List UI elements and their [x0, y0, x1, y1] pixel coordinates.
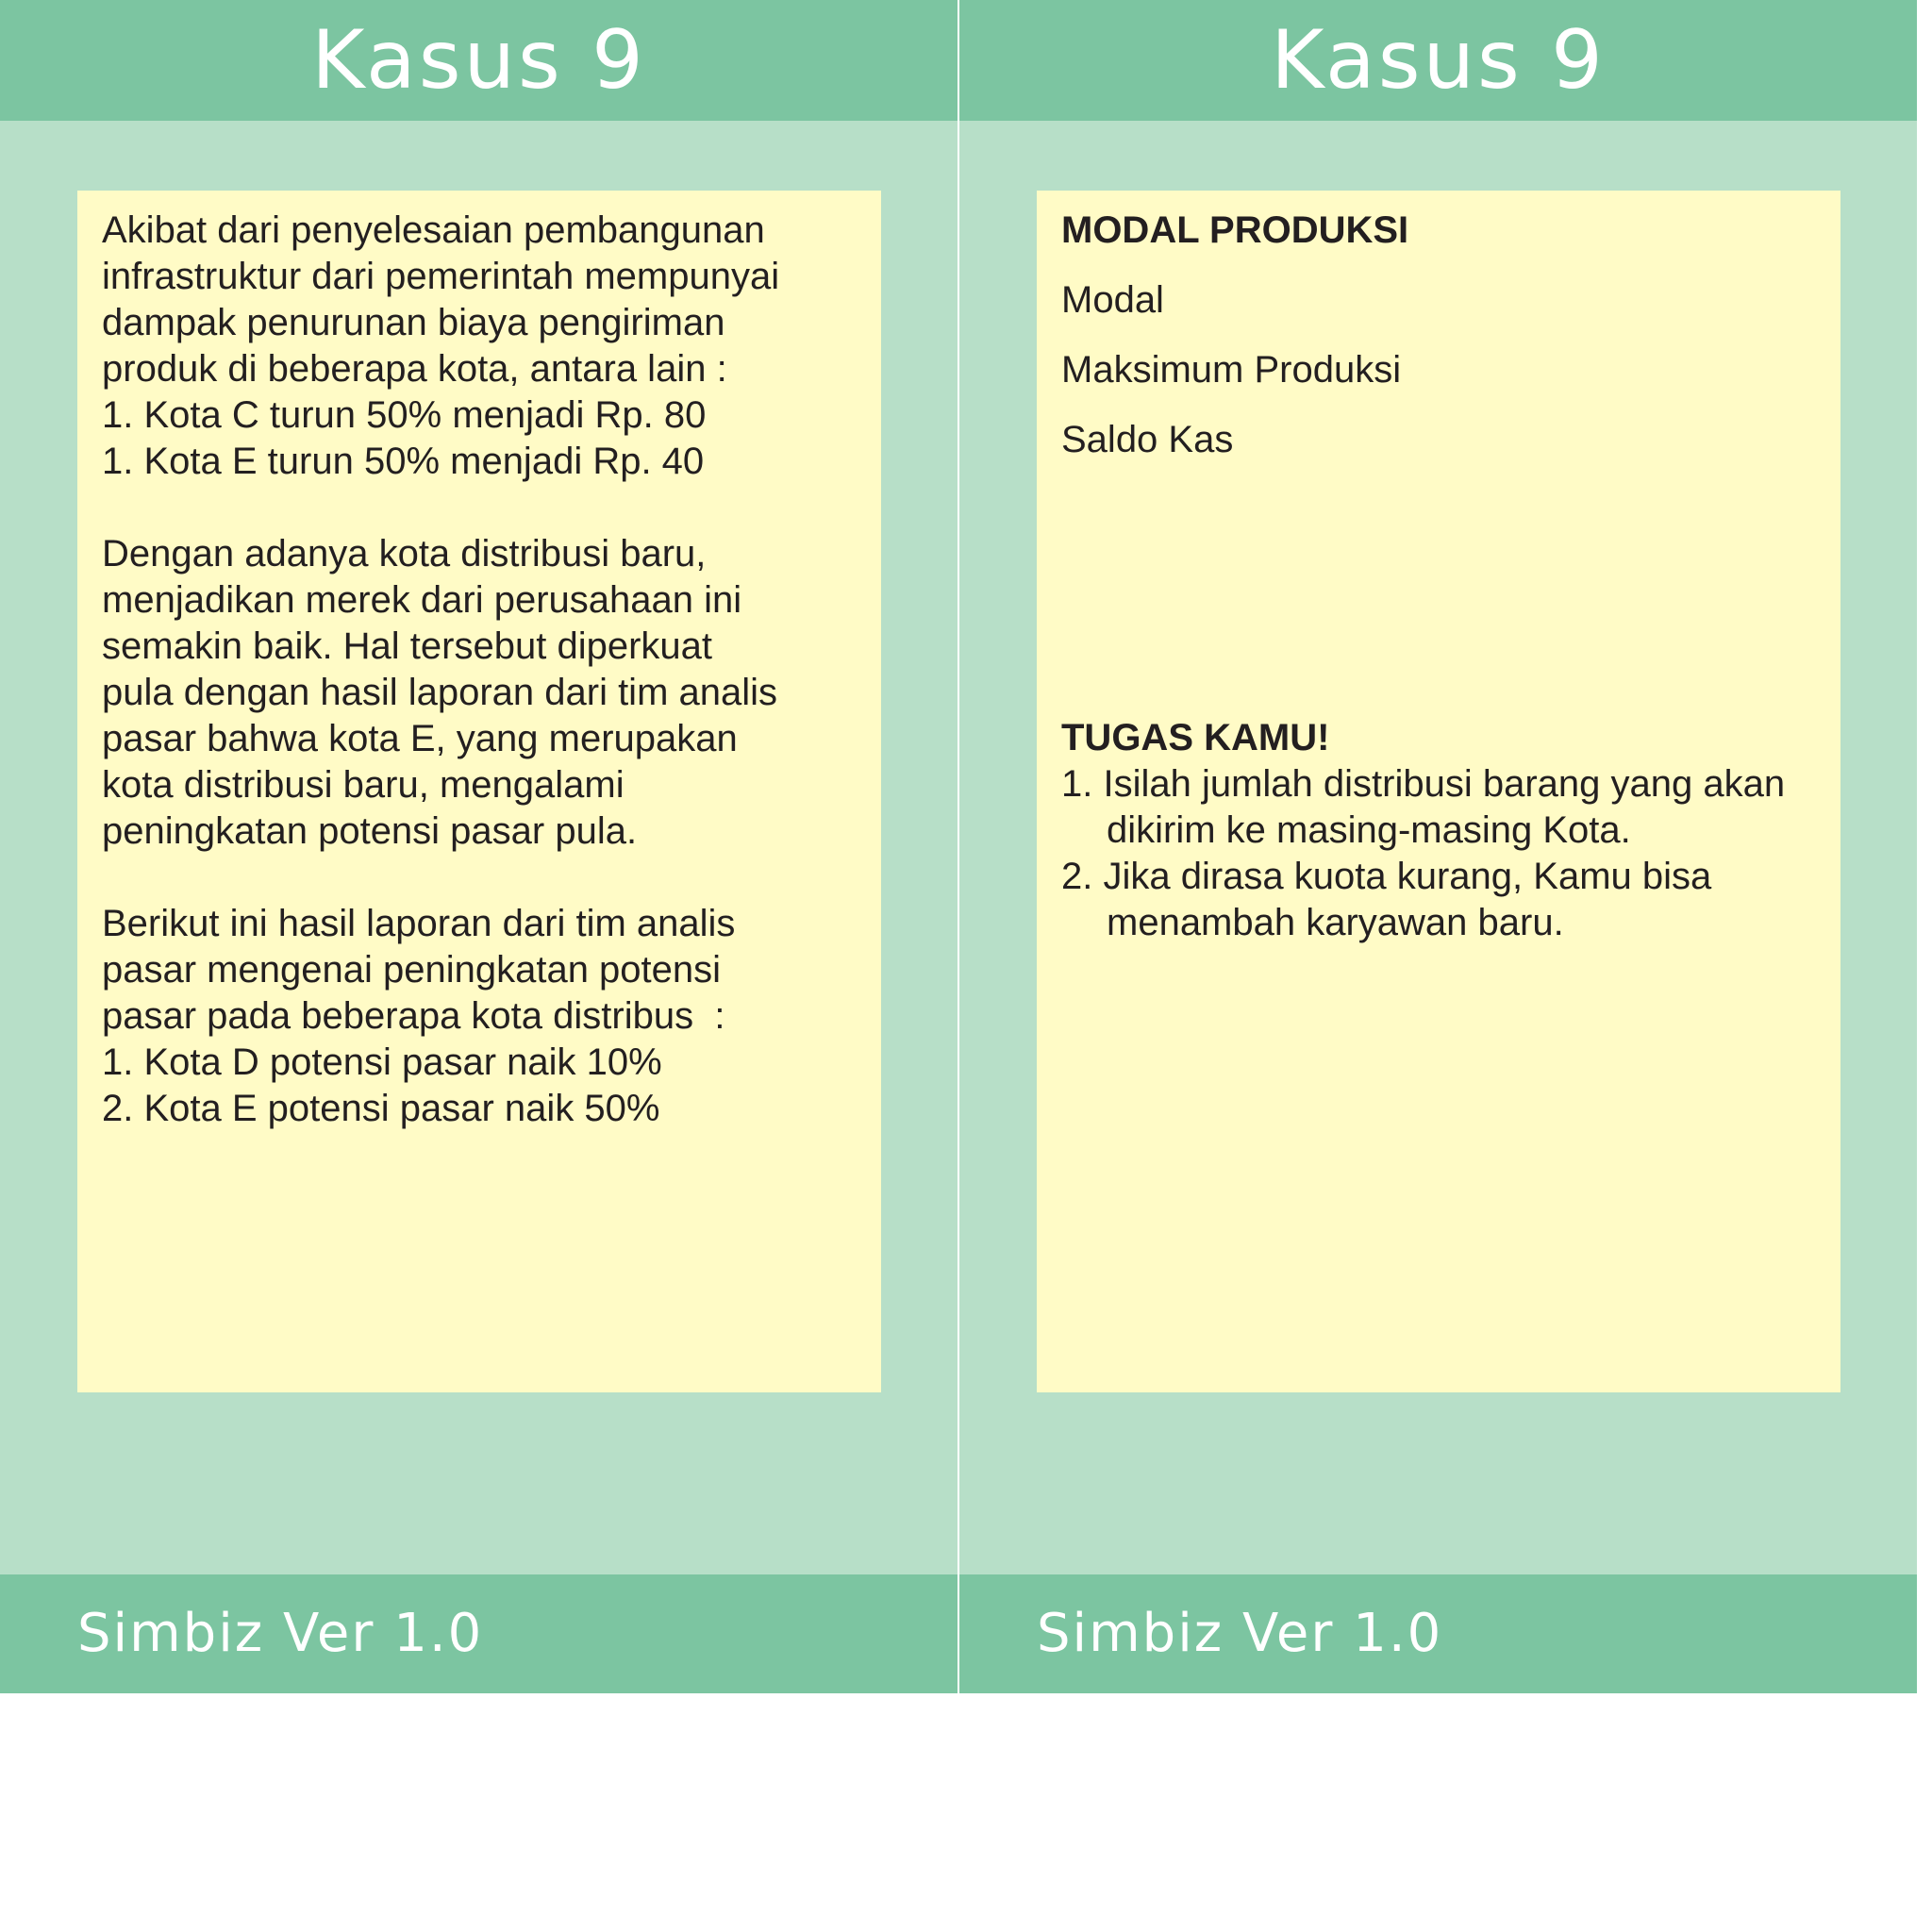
card-title: Kasus 9 [1271, 13, 1606, 108]
card-header: Kasus 9 [959, 0, 1917, 121]
version-label: Simbiz Ver 1.0 [77, 1603, 484, 1664]
list-item: 2. Kota E potensi pasar naik 50% [102, 1088, 660, 1129]
case-card-back: Kasus 9 MODAL PRODUKSI Modal Maksimum Pr… [959, 0, 1917, 1693]
list-item: 1. Kota E turun 50% menjadi Rp. 40 [102, 441, 705, 482]
card-title: Kasus 9 [311, 13, 646, 108]
paragraph-market-report: Berikut ini hasil laporan dari tim anali… [102, 901, 857, 1132]
paragraph-new-city: Dengan adanya kota distribusi baru, menj… [102, 531, 857, 855]
case-card-front: Kasus 9 Akibat dari penyelesaian pembang… [0, 0, 958, 1693]
paragraph-shipping-cost: Akibat dari penyelesaian pembangunan inf… [102, 208, 857, 485]
card-header: Kasus 9 [0, 0, 958, 121]
list-item: 1. Kota C turun 50% menjadi Rp. 80 [102, 394, 707, 436]
field-modal: Modal [1061, 279, 1164, 321]
text-line: menjadikan merek dari perusahaan ini [102, 579, 742, 621]
task-item: 1. Isilah jumlah distribusi barang yang … [1061, 763, 1786, 851]
case-description-panel: Akibat dari penyelesaian pembangunan inf… [77, 191, 881, 1392]
section-title: MODAL PRODUKSI [1061, 209, 1409, 251]
list-item: 1. Kota D potensi pasar naik 10% [102, 1041, 662, 1083]
text-line: pasar pada beberapa kota distribus : [102, 995, 725, 1037]
tasks-title: TUGAS KAMU! [1061, 717, 1330, 758]
production-capital-panel: MODAL PRODUKSI Modal Maksimum Produksi S… [1037, 191, 1840, 1392]
text-line: dampak penurunan biaya pengiriman [102, 302, 725, 343]
card-sheet: Kasus 9 Akibat dari penyelesaian pembang… [0, 0, 1917, 1693]
text-line: Berikut ini hasil laporan dari tim anali… [102, 903, 736, 944]
text-line: semakin baik. Hal tersebut diperkuat [102, 625, 712, 667]
text-line: infrastruktur dari pemerintah mempunyai [102, 256, 780, 297]
text-line: pasar mengenai peningkatan potensi [102, 949, 722, 991]
field-max-production: Maksimum Produksi [1061, 349, 1402, 391]
text-line: pula dengan hasil laporan dari tim anali… [102, 672, 778, 713]
text-line: Dengan adanya kota distribusi baru, [102, 533, 707, 575]
card-footer: Simbiz Ver 1.0 [959, 1574, 1917, 1693]
text-line: pasar bahwa kota E, yang merupakan [102, 718, 738, 759]
text-line: peningkatan potensi pasar pula. [102, 810, 638, 852]
field-cash-balance: Saldo Kas [1061, 419, 1234, 460]
text-line: produk di beberapa kota, antara lain : [102, 348, 727, 390]
task-item: 2. Jika dirasa kuota kurang, Kamu bisa m… [1061, 856, 1712, 943]
version-label: Simbiz Ver 1.0 [1037, 1603, 1443, 1664]
text-line: kota distribusi baru, mengalami [102, 764, 625, 806]
card-footer: Simbiz Ver 1.0 [0, 1574, 958, 1693]
text-line: Akibat dari penyelesaian pembangunan [102, 209, 765, 251]
